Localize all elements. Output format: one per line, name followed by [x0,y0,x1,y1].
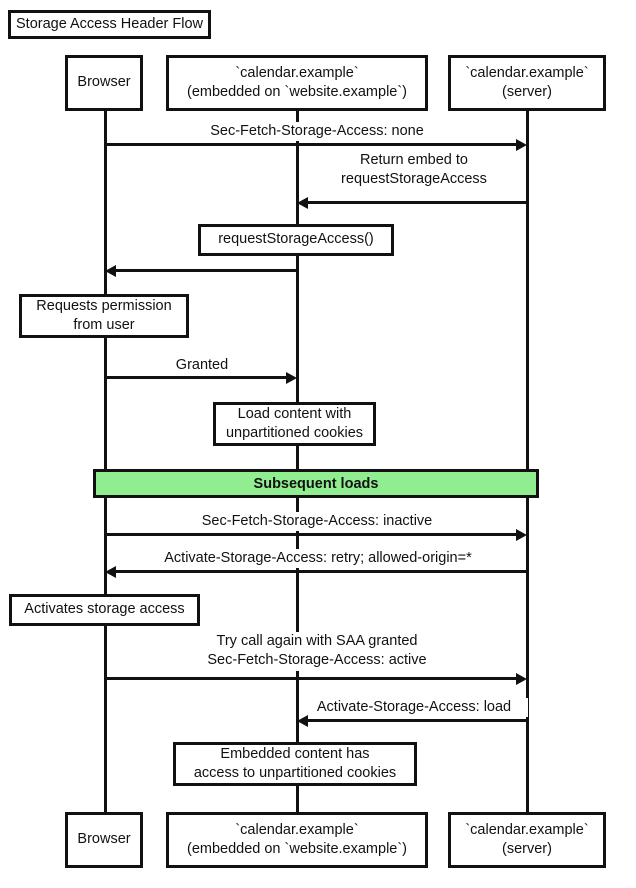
message-line-granted [105,376,289,379]
participant-embed-bottom[interactable]: `calendar.example` (embedded on `website… [166,812,428,868]
participant-embed-top-label: `calendar.example` (embedded on `website… [183,62,411,104]
participant-server-top[interactable]: `calendar.example` (server) [448,55,606,111]
message-line-sec-fetch-inactive [105,533,519,536]
message-line-try-again [105,677,519,680]
message-label-sec-fetch-inactive: Sec-Fetch-Storage-Access: inactive [185,512,449,532]
note-embedded-content-access-text: Embedded content has access to unpartiti… [191,744,399,784]
arrowhead-right-sec-fetch-inactive [516,528,527,541]
message-line-activate-retry [116,570,529,573]
arrowhead-right-sec-fetch-none [516,138,527,151]
participant-browser-top-label: Browser [74,72,134,94]
message-label-sec-fetch-none: Sec-Fetch-Storage-Access: none [190,122,444,142]
note-load-content: Load content with unpartitioned cookies [213,402,376,446]
note-activates-storage-access-text: Activates storage access [22,600,187,620]
arrowhead-left-return-embed [297,196,308,209]
participant-browser-top[interactable]: Browser [65,55,143,111]
message-line-embed-to-browser [116,269,298,272]
note-request-storage-access-text: requestStorageAccess() [216,230,376,250]
message-line-activate-load [308,719,529,722]
arrowhead-right-try-again [516,672,527,685]
message-label-granted: Granted [150,356,254,376]
message-line-sec-fetch-none [105,143,519,146]
diagram-title: Storage Access Header Flow [8,10,211,40]
participant-server-bottom-label: `calendar.example` (server) [462,819,592,861]
sequence-diagram: Storage Access Header Flow Browser `cale… [0,0,636,888]
message-label-try-again: Try call again with SAA granted Sec-Fetc… [190,632,444,671]
note-embedded-content-access: Embedded content has access to unpartiti… [173,742,417,786]
lifeline-browser [104,110,107,816]
arrowhead-right-granted [286,371,297,384]
message-line-return-embed [308,201,529,204]
participant-embed-top[interactable]: `calendar.example` (embedded on `website… [166,55,428,111]
lifeline-embed [296,110,299,816]
participant-embed-bottom-label: `calendar.example` (embedded on `website… [183,819,411,861]
participant-server-bottom[interactable]: `calendar.example` (server) [448,812,606,868]
diagram-title-text: Storage Access Header Flow [16,16,203,32]
note-requests-permission: Requests permission from user [19,294,189,338]
note-load-content-text: Load content with unpartitioned cookies [223,404,366,444]
participant-browser-bottom[interactable]: Browser [65,812,143,868]
arrowhead-left-activate-load [297,714,308,727]
arrowhead-left-embed-to-browser [105,264,116,277]
divider-subsequent-loads-text: Subsequent loads [253,475,379,492]
note-requests-permission-text: Requests permission from user [34,296,174,336]
message-label-activate-load: Activate-Storage-Access: load [300,698,528,718]
note-request-storage-access: requestStorageAccess() [198,224,394,256]
note-activates-storage-access: Activates storage access [9,594,200,626]
participant-server-top-label: `calendar.example` (server) [462,62,592,104]
arrowhead-left-activate-retry [105,565,116,578]
message-label-return-embed: Return embed to requestStorageAccess [326,151,502,190]
message-label-activate-retry: Activate-Storage-Access: retry; allowed-… [143,549,493,569]
divider-subsequent-loads: Subsequent loads [93,469,539,498]
participant-browser-bottom-label: Browser [74,829,134,851]
